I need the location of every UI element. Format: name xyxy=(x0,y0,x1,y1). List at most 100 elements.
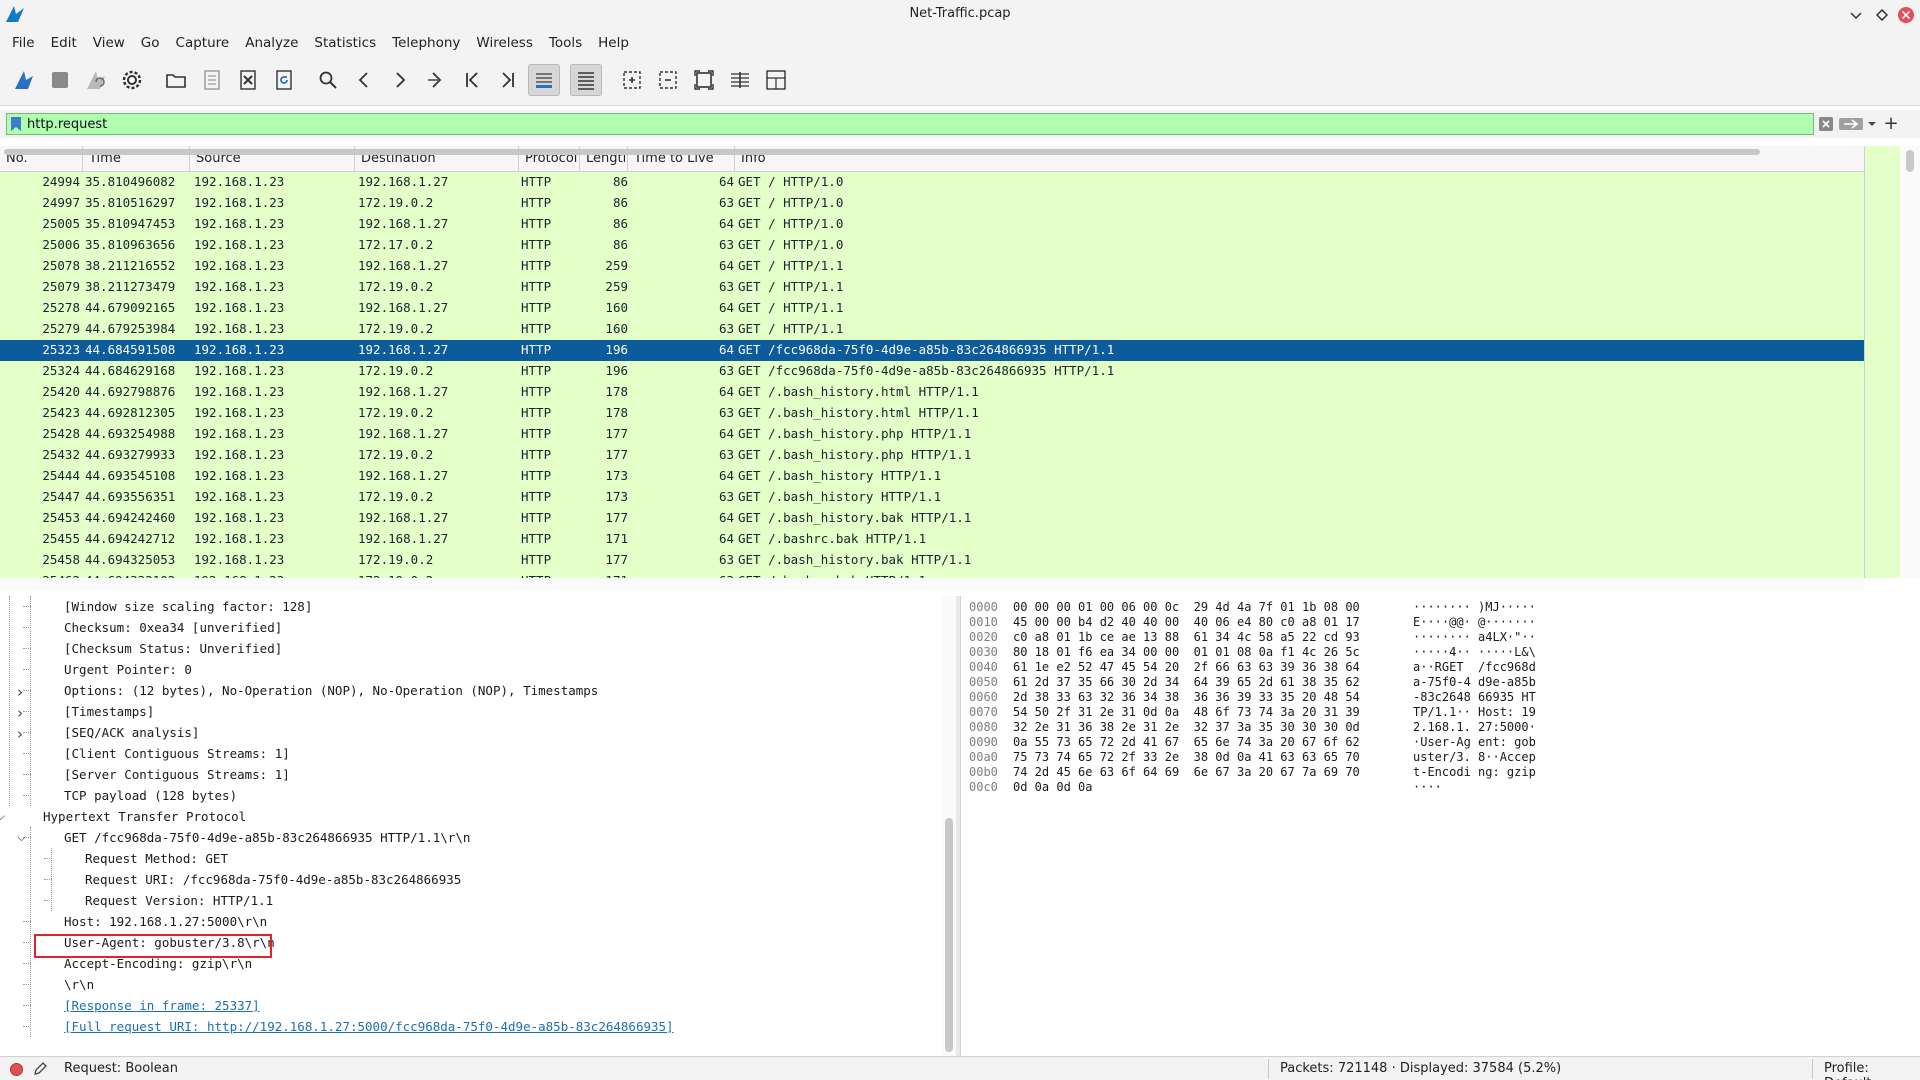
first-packet-button[interactable] xyxy=(456,64,488,96)
packet-row[interactable]: 25458 44.694325053 192.168.1.23 172.19.0.2 H… xyxy=(0,550,1864,571)
byte-hex[interactable]: 61 2d 37 35 66 30 2d 34 64 39 65 2d 61 3… xyxy=(1013,675,1360,690)
byte-offset[interactable]: 0080 xyxy=(969,720,998,735)
save-file-button[interactable] xyxy=(196,64,228,96)
byte-offset[interactable]: 0010 xyxy=(969,615,998,630)
bookmark-icon[interactable] xyxy=(9,116,23,132)
byte-offset[interactable]: 00b0 xyxy=(969,765,998,780)
byte-hex[interactable]: 61 1e e2 52 47 45 54 20 2f 66 63 63 39 3… xyxy=(1013,660,1360,675)
byte-ascii[interactable]: ········ a4LX·"·· xyxy=(1413,630,1536,645)
byte-ascii[interactable]: 2.168.1. 27:5000· xyxy=(1413,720,1536,735)
status-profile[interactable]: Profile: Default xyxy=(1824,1061,1920,1080)
byte-ascii[interactable]: ···· xyxy=(1413,780,1442,795)
byte-hex[interactable]: c0 a8 01 1b ce ae 13 88 61 34 4c 58 a5 2… xyxy=(1013,630,1360,645)
detail-field[interactable]: \r\n xyxy=(64,974,94,995)
detail-link[interactable]: [Response in frame: 25337] xyxy=(64,995,260,1016)
menu-analyze[interactable]: Analyze xyxy=(237,30,306,56)
byte-ascii[interactable]: ·····4·· ·····L&\ xyxy=(1413,645,1536,660)
byte-ascii[interactable]: ········ )MJ····· xyxy=(1413,600,1536,615)
go-forward-button[interactable] xyxy=(384,64,416,96)
layout-button[interactable] xyxy=(760,64,792,96)
packet-list-hscroll-thumb[interactable] xyxy=(4,149,1760,155)
zoom-out-button[interactable] xyxy=(652,64,684,96)
packet-minimap[interactable] xyxy=(1864,146,1900,578)
byte-ascii[interactable]: ·User-Ag ent: gob xyxy=(1413,735,1536,750)
menu-view[interactable]: View xyxy=(85,30,133,56)
normal-size-button[interactable] xyxy=(688,64,720,96)
maximize-button[interactable] xyxy=(1872,5,1892,25)
byte-hex[interactable]: 0d 0a 0d 0a xyxy=(1013,780,1092,795)
restart-capture-button[interactable] xyxy=(80,64,112,96)
detail-field[interactable]: Checksum: 0xea34 [unverified] xyxy=(64,617,282,638)
packet-list-vscrollbar[interactable] xyxy=(1900,146,1920,578)
byte-offset[interactable]: 0050 xyxy=(969,675,998,690)
packet-row[interactable]: 25323 44.684591508 192.168.1.23 192.168.1.2… xyxy=(0,340,1864,361)
packet-row[interactable]: 25006 35.810963656 192.168.1.23 172.17.0.2 H… xyxy=(0,235,1864,256)
menu-go[interactable]: Go xyxy=(133,30,168,56)
byte-ascii[interactable]: E····@@· @······· xyxy=(1413,615,1536,630)
packet-row[interactable]: 25324 44.684629168 192.168.1.23 172.19.0.2 H… xyxy=(0,361,1864,382)
byte-offset[interactable]: 00c0 xyxy=(969,780,998,795)
menu-file[interactable]: File xyxy=(4,30,43,56)
byte-ascii[interactable]: t-Encodi ng: gzip xyxy=(1413,765,1536,780)
detail-field[interactable]: TCP payload (128 bytes) xyxy=(64,785,237,806)
chevron-right-icon[interactable]: › xyxy=(17,725,23,743)
go-back-button[interactable] xyxy=(348,64,380,96)
byte-hex[interactable]: 54 50 2f 31 2e 31 0d 0a 48 6f 73 74 3a 2… xyxy=(1013,705,1360,720)
chevron-down-icon[interactable] xyxy=(1866,118,1878,130)
byte-offset[interactable]: 0020 xyxy=(969,630,998,645)
stop-capture-button[interactable] xyxy=(44,64,76,96)
byte-hex[interactable]: 32 2e 31 36 38 2e 31 2e 32 37 3a 35 30 3… xyxy=(1013,720,1360,735)
detail-field[interactable]: [Client Contiguous Streams: 1] xyxy=(64,743,290,764)
goto-packet-button[interactable] xyxy=(420,64,452,96)
byte-hex[interactable]: 2d 38 33 63 32 36 34 38 36 36 39 33 35 2… xyxy=(1013,690,1360,705)
last-packet-button[interactable] xyxy=(492,64,524,96)
byte-ascii[interactable]: TP/1.1·· Host: 19 xyxy=(1413,705,1536,720)
packet-row[interactable]: 25278 44.679092165 192.168.1.23 192.168.1.2… xyxy=(0,298,1864,319)
byte-offset[interactable]: 0030 xyxy=(969,645,998,660)
packet-row[interactable]: 25078 38.211216552 192.168.1.23 192.168.1.2… xyxy=(0,256,1864,277)
packet-row[interactable]: 25444 44.693545108 192.168.1.23 192.168.1.2… xyxy=(0,466,1864,487)
menu-telephony[interactable]: Telephony xyxy=(384,30,468,56)
zoom-in-button[interactable] xyxy=(616,64,648,96)
chevron-down-icon[interactable]: ⌵ xyxy=(0,809,5,824)
display-filter-input[interactable] xyxy=(27,114,1817,134)
detail-field[interactable]: Request Method: GET xyxy=(85,848,228,869)
byte-offset[interactable]: 00a0 xyxy=(969,750,998,765)
detail-field[interactable]: [Checksum Status: Unverified] xyxy=(64,638,282,659)
packet-row[interactable]: 25420 44.692798876 192.168.1.23 192.168.1.2… xyxy=(0,382,1864,403)
autoscroll-button[interactable] xyxy=(528,64,560,96)
find-packet-button[interactable] xyxy=(312,64,344,96)
add-filter-button[interactable]: + xyxy=(1882,113,1900,135)
packet-row[interactable]: 24994 35.810496082 192.168.1.23 192.168.1.2… xyxy=(0,172,1864,193)
byte-hex[interactable]: 75 73 74 65 72 2f 33 2e 38 0d 0a 41 63 6… xyxy=(1013,750,1360,765)
packet-row[interactable]: 25447 44.693556351 192.168.1.23 172.19.0.2 H… xyxy=(0,487,1864,508)
byte-hex[interactable]: 0a 55 73 65 72 2d 41 67 65 6e 74 3a 20 6… xyxy=(1013,735,1360,750)
clear-filter-icon[interactable] xyxy=(1818,116,1834,132)
byte-offset[interactable]: 0000 xyxy=(969,600,998,615)
reload-file-button[interactable] xyxy=(268,64,300,96)
chevron-down-icon[interactable]: ⌵ xyxy=(17,830,26,845)
packet-row[interactable]: 25432 44.693279933 192.168.1.23 172.19.0.2 H… xyxy=(0,445,1864,466)
capture-options-button[interactable] xyxy=(116,64,148,96)
detail-field[interactable]: [Server Contiguous Streams: 1] xyxy=(64,764,290,785)
byte-offset[interactable]: 0040 xyxy=(969,660,998,675)
byte-ascii[interactable]: a··RGET /fcc968d xyxy=(1413,660,1536,675)
byte-offset[interactable]: 0090 xyxy=(969,735,998,750)
packet-row[interactable]: 25005 35.810947453 192.168.1.23 192.168.1.2… xyxy=(0,214,1864,235)
menu-help[interactable]: Help xyxy=(590,30,637,56)
byte-hex[interactable]: 45 00 00 b4 d2 40 40 00 40 06 e4 80 c0 a… xyxy=(1013,615,1360,630)
byte-hex[interactable]: 74 2d 45 6e 63 6f 64 69 6e 67 3a 20 67 7… xyxy=(1013,765,1360,780)
start-capture-button[interactable] xyxy=(8,64,40,96)
packet-row[interactable]: 24997 35.810516297 192.168.1.23 172.19.0.2 H… xyxy=(0,193,1864,214)
byte-ascii[interactable]: -83c2648 66935 HT xyxy=(1413,690,1536,705)
menu-tools[interactable]: Tools xyxy=(541,30,590,56)
byte-hex[interactable]: 00 00 00 01 00 06 00 0c 29 4d 4a 7f 01 1… xyxy=(1013,600,1360,615)
byte-hex[interactable]: 80 18 01 f6 ea 34 00 00 01 01 08 0a f1 4… xyxy=(1013,645,1360,660)
byte-offset[interactable]: 0060 xyxy=(969,690,998,705)
capture-comment-icon[interactable] xyxy=(32,1061,48,1077)
open-file-button[interactable] xyxy=(160,64,192,96)
byte-ascii[interactable]: a-75f0-4 d9e-a85b xyxy=(1413,675,1536,690)
minimize-button[interactable] xyxy=(1846,5,1866,25)
detail-field[interactable]: Hypertext Transfer Protocol xyxy=(43,806,246,827)
close-window-button[interactable] xyxy=(1896,5,1916,25)
